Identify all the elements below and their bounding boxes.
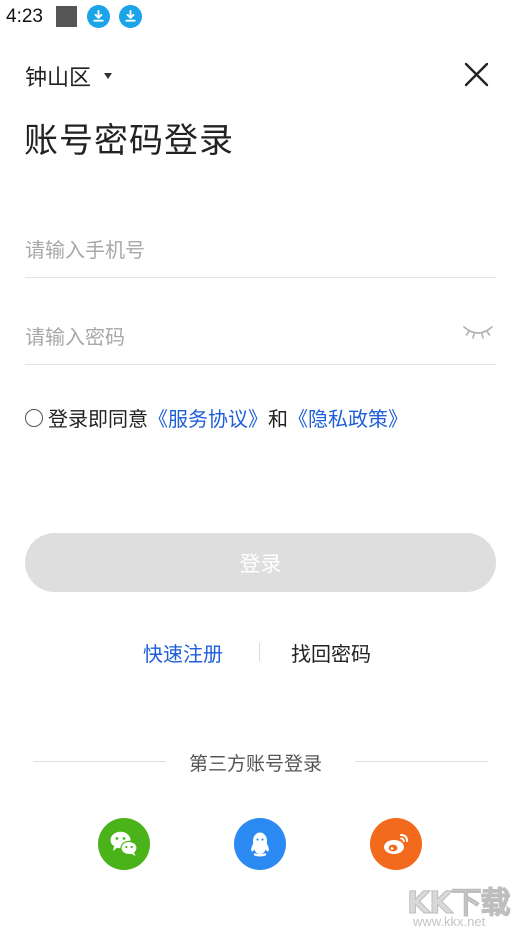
wechat-login-button[interactable] bbox=[98, 818, 150, 870]
phone-field bbox=[25, 220, 496, 278]
agreement-row: 登录即同意 《服务协议》 和 《隐私政策》 bbox=[25, 403, 408, 432]
download-icon bbox=[119, 5, 142, 28]
watermark-url: www.kkx.net bbox=[413, 914, 486, 929]
agreement-checkbox[interactable] bbox=[25, 408, 43, 427]
status-bar: 4:23 bbox=[0, 0, 523, 34]
page-title: 账号密码登录 bbox=[24, 121, 234, 161]
region-label: 钟山区 bbox=[25, 66, 92, 91]
service-agreement-link[interactable]: 《服务协议》 bbox=[148, 403, 268, 432]
qq-icon bbox=[251, 832, 269, 857]
third-party-divider: 第三方账号登录 bbox=[0, 749, 523, 775]
weibo-icon bbox=[384, 834, 408, 854]
status-time: 4:23 bbox=[6, 6, 43, 27]
link-divider bbox=[259, 643, 260, 661]
kkx-watermark: KK下载 www.kkx.net bbox=[405, 878, 523, 933]
download-icon bbox=[87, 5, 110, 28]
privacy-policy-link[interactable]: 《隐私政策》 bbox=[288, 403, 408, 432]
weibo-login-button[interactable] bbox=[370, 818, 422, 870]
agreement-prefix: 登录即同意 bbox=[48, 407, 148, 431]
divider-line bbox=[355, 761, 488, 762]
third-party-label: 第三方账号登录 bbox=[189, 753, 323, 775]
phone-input[interactable] bbox=[25, 230, 445, 270]
password-field bbox=[25, 307, 496, 365]
password-input[interactable] bbox=[25, 317, 445, 357]
notification-square-icon bbox=[56, 6, 77, 27]
secondary-links: 快速注册 找回密码 bbox=[0, 638, 523, 668]
quick-register-link[interactable]: 快速注册 bbox=[143, 638, 223, 667]
eye-closed-icon[interactable] bbox=[462, 321, 494, 343]
agreement-conjunction: 和 bbox=[268, 407, 288, 431]
wechat-icon bbox=[110, 831, 138, 856]
close-button[interactable] bbox=[462, 60, 491, 89]
login-button[interactable]: 登录 bbox=[25, 533, 496, 592]
caret-down-icon bbox=[104, 73, 113, 79]
region-selector[interactable]: 钟山区 bbox=[25, 60, 113, 92]
qq-login-button[interactable] bbox=[234, 818, 286, 870]
close-icon bbox=[464, 62, 489, 87]
divider-line bbox=[33, 761, 166, 762]
find-password-link[interactable]: 找回密码 bbox=[291, 638, 371, 667]
